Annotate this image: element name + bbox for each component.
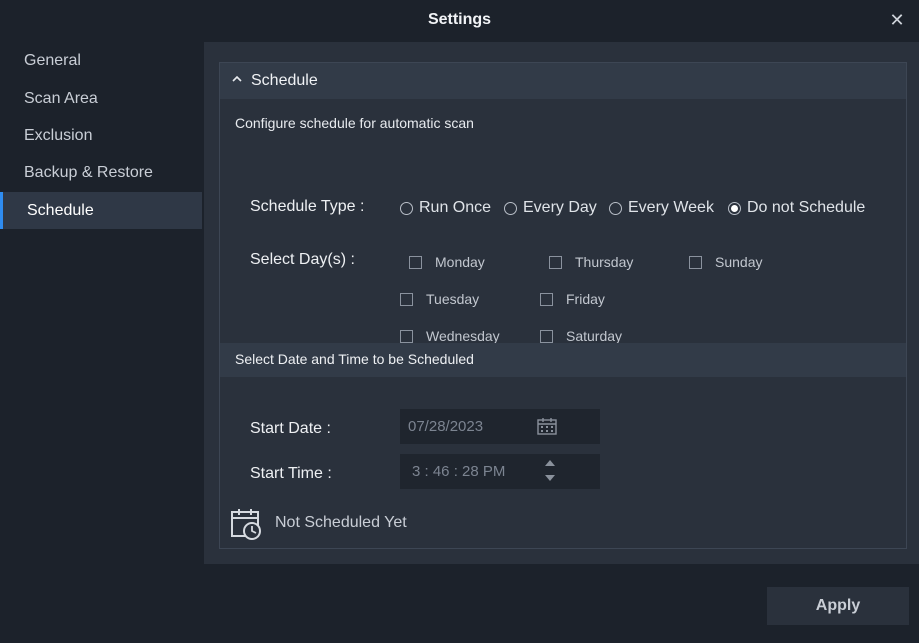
- radio-label: Run Once: [419, 199, 492, 216]
- start-date-value: 07/28/2023: [408, 418, 484, 435]
- decrement-arrow-icon[interactable]: [545, 475, 555, 481]
- panel-title: Schedule: [251, 72, 318, 89]
- radio-indicator: [400, 201, 413, 215]
- radio-indicator: [504, 201, 517, 215]
- title-bar: Settings ✕: [0, 0, 919, 42]
- start-date-field[interactable]: 07/28/2023: [400, 409, 600, 444]
- schedule-status: Not Scheduled Yet: [275, 514, 407, 531]
- start-date-label: Start Date :: [250, 420, 331, 437]
- radio-indicator: [609, 201, 622, 215]
- checkbox-box: [540, 329, 553, 343]
- radio-label: Do not Schedule: [747, 199, 866, 216]
- checkbox-box: [400, 292, 413, 306]
- start-time-field[interactable]: 3 : 46 : 28 PM: [400, 454, 600, 489]
- radio-every-day[interactable]: Every Day: [504, 198, 597, 218]
- radio-label: Every Day: [523, 199, 597, 216]
- window-title: Settings: [427, 11, 492, 28]
- checkbox-label: Tuesday: [426, 291, 480, 307]
- sidebar-item-scan-area[interactable]: Scan Area: [0, 80, 202, 117]
- checkbox-label: Friday: [566, 291, 605, 307]
- checkbox-thursday[interactable]: Thursday: [549, 253, 633, 271]
- sidebar-item-backup-restore[interactable]: Backup & Restore: [0, 154, 202, 191]
- close-icon[interactable]: ✕: [887, 10, 907, 30]
- schedule-panel: Schedule Configure schedule for automati…: [219, 62, 907, 549]
- sidebar-item-exclusion[interactable]: Exclusion: [0, 117, 202, 154]
- sidebar-item-schedule[interactable]: Schedule: [0, 192, 202, 229]
- increment-arrow-icon[interactable]: [545, 460, 555, 466]
- panel-header[interactable]: Schedule: [220, 63, 906, 99]
- content-area: Schedule Configure schedule for automati…: [204, 42, 919, 564]
- radio-do-not-schedule[interactable]: Do not Schedule: [728, 198, 865, 218]
- schedule-type-label: Schedule Type :: [250, 198, 365, 215]
- calendar-clock-icon: [231, 509, 261, 540]
- radio-every-week[interactable]: Every Week: [609, 198, 714, 218]
- start-time-value: 3 : 46 : 28 PM: [412, 463, 506, 480]
- checkbox-label: Wednesday: [426, 328, 500, 344]
- start-time-label: Start Time :: [250, 465, 332, 482]
- checkbox-sunday[interactable]: Sunday: [689, 253, 762, 271]
- checkbox-friday[interactable]: Friday: [540, 290, 605, 308]
- checkbox-box: [540, 292, 553, 306]
- radio-run-once[interactable]: Run Once: [400, 198, 491, 218]
- panel-subtitle: Configure schedule for automatic scan: [235, 115, 474, 131]
- select-days-label: Select Day(s) :: [250, 251, 355, 268]
- sidebar: General Scan Area Exclusion Backup & Res…: [0, 42, 204, 643]
- radio-indicator: [728, 201, 741, 215]
- checkbox-box: [400, 329, 413, 343]
- chevron-up-icon: [232, 75, 242, 82]
- calendar-icon[interactable]: [537, 417, 557, 435]
- checkbox-box: [689, 255, 702, 269]
- checkbox-label: Thursday: [575, 254, 634, 270]
- checkbox-label: Saturday: [566, 328, 623, 344]
- datetime-section-header: Select Date and Time to be Scheduled: [220, 343, 906, 377]
- checkbox-label: Monday: [435, 254, 485, 270]
- apply-button[interactable]: Apply: [767, 587, 909, 625]
- checkbox-tuesday[interactable]: Tuesday: [400, 290, 479, 308]
- datetime-section-title: Select Date and Time to be Scheduled: [235, 351, 474, 367]
- radio-label: Every Week: [628, 199, 714, 216]
- checkbox-box: [409, 255, 422, 269]
- checkbox-monday[interactable]: Monday: [409, 253, 485, 271]
- checkbox-label: Sunday: [715, 254, 763, 270]
- sidebar-item-general[interactable]: General: [0, 42, 202, 79]
- checkbox-box: [549, 255, 562, 269]
